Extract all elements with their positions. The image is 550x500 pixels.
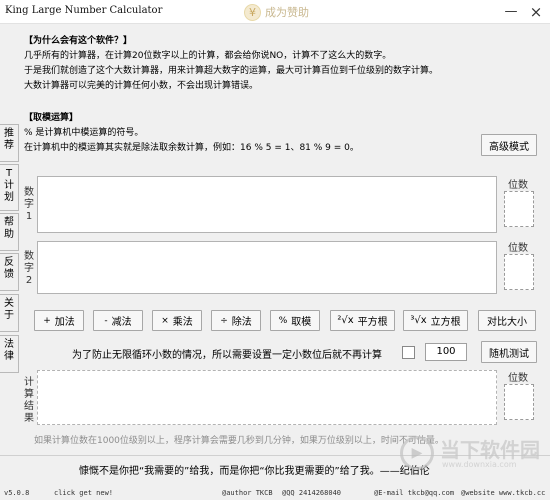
add-button[interactable]: + 加法 bbox=[34, 310, 84, 331]
square-root-button[interactable]: ²√x 平方根 bbox=[330, 310, 395, 331]
sidebar-tab-help[interactable]: 帮 助 bbox=[0, 213, 19, 251]
sidebar-tab-char: 律 bbox=[4, 351, 14, 362]
number1-label-char: 1 bbox=[25, 211, 33, 222]
cube-root-button[interactable]: ³√x 立方根 bbox=[403, 310, 468, 331]
watermark-url: www.downxia.com bbox=[442, 460, 517, 469]
result-digits-label: 位数 bbox=[508, 373, 528, 384]
sidebar-tab-char: 帮 bbox=[4, 217, 14, 228]
random-test-button[interactable]: 随机测试 bbox=[481, 341, 537, 363]
number1-digits-box bbox=[504, 191, 534, 227]
percent-icon: % bbox=[278, 315, 288, 326]
intro-line: 几乎所有的计算器，在计算20位数字以上的计算，都会给你说NO，计算不了这么大的数… bbox=[24, 51, 392, 61]
sidebar-tab-char: 荐 bbox=[4, 140, 14, 151]
sidebar-tab-char: 法 bbox=[4, 339, 14, 350]
sidebar-tab-recommend[interactable]: 推 荐 bbox=[0, 124, 19, 162]
minus-icon: - bbox=[104, 315, 108, 326]
number1-label-char: 数 bbox=[24, 187, 34, 198]
cube-root-label: 立方根 bbox=[430, 317, 461, 328]
modulo-button[interactable]: % 取模 bbox=[270, 310, 320, 331]
modulo-header: 【取模运算】 bbox=[24, 113, 79, 123]
modulo-line: % 是计算机中模运算的符号。 bbox=[24, 128, 144, 138]
donate-label: 成为赞助 bbox=[265, 6, 309, 19]
compare-button[interactable]: 对比大小 bbox=[478, 310, 536, 331]
sidebar-tab-char: 反 bbox=[4, 257, 14, 268]
coin-icon: ¥ bbox=[244, 3, 261, 21]
sidebar-tab-char: 关 bbox=[4, 298, 14, 309]
watermark-title: 当下软件园 bbox=[440, 438, 540, 462]
sidebar-tab-about[interactable]: 关 于 bbox=[0, 294, 19, 332]
number2-label-char: 2 bbox=[25, 275, 33, 286]
status-bar: v5.0.8 click get new! @author TKCB @QQ 2… bbox=[0, 486, 550, 500]
decimal-limit-label: 为了防止无限循环小数的情况，所以需要设置一定小数位后就不再计算 bbox=[72, 350, 382, 361]
minimize-button[interactable]: — bbox=[502, 3, 520, 21]
multiply-button[interactable]: × 乘法 bbox=[152, 310, 202, 331]
result-label-char: 算 bbox=[24, 389, 34, 400]
sidebar-tab-char: T bbox=[5, 168, 13, 179]
intro-line: 大数计算器可以完美的计算任何小数，不会出现计算错误。 bbox=[24, 81, 259, 91]
window-title: King Large Number Calculator bbox=[5, 5, 163, 16]
author-text: @author TKCB bbox=[222, 489, 273, 497]
result-label-char: 果 bbox=[24, 413, 34, 424]
sidebar-tab-char: 助 bbox=[4, 229, 14, 240]
divide-label: 除法 bbox=[231, 317, 252, 328]
number1-input[interactable] bbox=[37, 176, 497, 233]
number2-digits-box bbox=[504, 254, 534, 290]
intro-header: 【为什么会有这个软件？】 bbox=[24, 36, 133, 46]
sidebar-tab-char: 计 bbox=[4, 180, 14, 191]
sidebar-tab-legal[interactable]: 法 律 bbox=[0, 335, 19, 373]
modulo-section: 【取模运算】 % 是计算机中模运算的符号。 在计算机中的模运算其实就是除法取余数… bbox=[24, 111, 359, 156]
divide-button[interactable]: ÷ 除法 bbox=[211, 310, 261, 331]
result-output[interactable] bbox=[37, 370, 497, 425]
intro-line: 于是我们就创造了这个大数计算器，用来计算超大数字的运算，最大可计算百位到千位级别… bbox=[24, 66, 439, 76]
sidebar-tab-char: 推 bbox=[4, 128, 14, 139]
number2-digits-label: 位数 bbox=[508, 243, 528, 254]
result-label-char: 结 bbox=[24, 401, 34, 412]
plus-icon: + bbox=[43, 315, 51, 326]
number2-label: 数 字 2 bbox=[23, 251, 35, 287]
website-link[interactable]: @website www.tkcb.cc bbox=[461, 489, 545, 497]
sidebar-tab-feedback[interactable]: 反 馈 bbox=[0, 253, 19, 291]
title-bar: King Large Number Calculator ¥ 成为赞助 — × bbox=[0, 0, 550, 24]
quote-text: 慷慨不是你把“我需要的”给我，而是你把“你比我更需要的”给了我。——纪伯伦 bbox=[79, 466, 430, 477]
divide-icon: ÷ bbox=[220, 315, 228, 326]
result-digits-box bbox=[504, 384, 534, 420]
sidebar-tab-t-plan[interactable]: T 计 划 bbox=[0, 164, 19, 211]
number1-digits-label: 位数 bbox=[508, 180, 528, 191]
sidebar-tab-char: 于 bbox=[4, 310, 14, 321]
number1-label: 数 字 1 bbox=[23, 187, 35, 223]
email-link[interactable]: @E-mail tkcb@qq.com bbox=[374, 489, 454, 497]
square-root-label: 平方根 bbox=[357, 317, 388, 328]
sidebar-tab-char: 馈 bbox=[4, 269, 14, 280]
close-button[interactable]: × bbox=[527, 3, 545, 21]
multiply-icon: × bbox=[161, 315, 169, 326]
intro-section: 【为什么会有这个软件？】 几乎所有的计算器，在计算20位数字以上的计算，都会给你… bbox=[24, 34, 438, 94]
result-label-char: 计 bbox=[24, 377, 34, 388]
sidebar-tab-char: 划 bbox=[4, 192, 14, 203]
square-root-icon: ²√x bbox=[337, 315, 354, 326]
advanced-mode-button[interactable]: 高级模式 bbox=[481, 134, 537, 156]
number2-input[interactable] bbox=[37, 241, 497, 294]
version-text: v5.0.8 bbox=[4, 489, 30, 497]
cube-root-icon: ³√x bbox=[410, 315, 427, 326]
add-label: 加法 bbox=[54, 317, 75, 328]
multiply-label: 乘法 bbox=[172, 317, 193, 328]
number1-label-char: 字 bbox=[24, 199, 34, 210]
number2-label-char: 字 bbox=[24, 263, 34, 274]
play-icon: ▶ bbox=[400, 436, 434, 470]
decimal-limit-input[interactable]: 100 bbox=[425, 343, 467, 361]
performance-warning: 如果计算位数在1000位级别以上，程序计算会需要几秒到几分钟，如果万位级别以上，… bbox=[34, 436, 444, 446]
subtract-button[interactable]: - 减法 bbox=[93, 310, 143, 331]
donate-link[interactable]: ¥ 成为赞助 bbox=[244, 2, 309, 22]
modulo-label: 取模 bbox=[291, 317, 312, 328]
modulo-line: 在计算机中的模运算其实就是除法取余数计算，例如：16 % 5 = 1、81 % … bbox=[24, 143, 359, 153]
result-label: 计 算 结 果 bbox=[23, 377, 35, 425]
subtract-label: 减法 bbox=[111, 317, 132, 328]
decimal-limit-checkbox[interactable] bbox=[402, 346, 415, 359]
qq-text: @QQ 2414268040 bbox=[282, 489, 342, 497]
watermark-logo: ▶ 当下软件园 www.downxia.com bbox=[400, 430, 540, 480]
number2-label-char: 数 bbox=[24, 251, 34, 262]
update-link[interactable]: click get new! bbox=[54, 489, 113, 497]
